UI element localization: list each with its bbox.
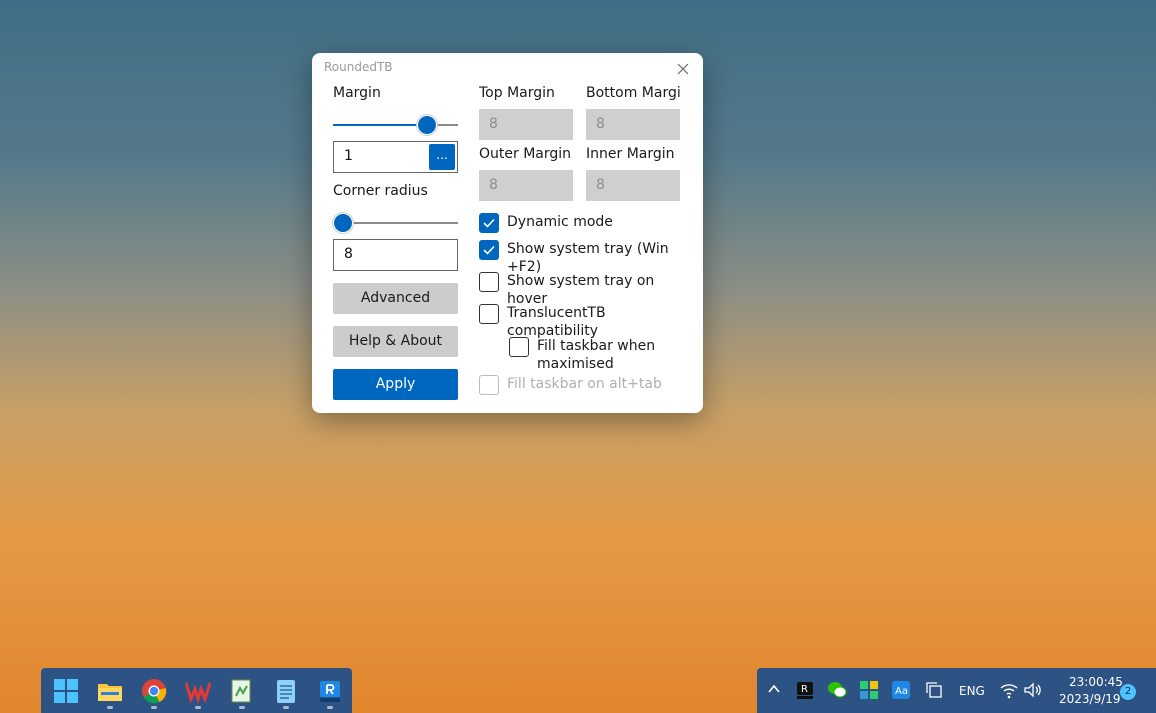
corner-radius-slider[interactable] <box>333 213 458 233</box>
browse-button[interactable]: ... <box>429 144 455 170</box>
clock-date[interactable]: 2023/9/19 <box>1059 692 1121 706</box>
fill-taskbar-maximised-checkbox[interactable] <box>509 337 529 357</box>
chrome-icon[interactable] <box>141 678 167 704</box>
outer-margin-input[interactable]: 8 <box>479 170 573 201</box>
svg-text:Aa: Aa <box>895 686 908 697</box>
show-system-tray-label: Show system tray (Win +F2) <box>507 241 669 275</box>
close-icon[interactable] <box>675 61 691 77</box>
margin-label: Margin <box>333 85 381 101</box>
clock-time[interactable]: 23:00:45 <box>1069 675 1123 689</box>
show-system-tray-checkbox[interactable] <box>479 240 499 260</box>
translate-icon[interactable]: Aa <box>891 680 911 700</box>
chevron-up-icon[interactable] <box>765 680 783 698</box>
top-margin-label: Top Margin <box>479 85 555 101</box>
notepad-icon[interactable] <box>273 678 299 704</box>
notepad-plus-icon[interactable] <box>229 678 255 704</box>
slider-thumb[interactable] <box>333 213 353 233</box>
dynamic-mode-checkbox[interactable] <box>479 213 499 233</box>
fill-taskbar-alttab-label: Fill taskbar on alt+tab <box>507 376 662 392</box>
window-title: RoundedTB <box>324 60 393 74</box>
corner-radius-label: Corner radius <box>333 183 428 199</box>
tray-on-hover-checkbox[interactable] <box>479 272 499 292</box>
top-margin-input[interactable]: 8 <box>479 109 573 140</box>
apply-button[interactable]: Apply <box>333 369 458 400</box>
notification-badge[interactable]: 2 <box>1120 684 1136 700</box>
wifi-icon[interactable] <box>999 681 1019 699</box>
check-icon <box>483 245 495 255</box>
roundedtb-icon[interactable] <box>317 678 343 704</box>
translucenttb-checkbox[interactable] <box>479 304 499 324</box>
wechat-icon[interactable] <box>827 680 847 700</box>
inner-margin-label: Inner Margin <box>586 146 675 162</box>
windows-start-icon[interactable] <box>53 678 79 704</box>
roundedtb-window: RoundedTB Margin 1 ... Corner radius 8 A… <box>312 53 703 413</box>
slider-thumb[interactable] <box>417 115 437 135</box>
bottom-margin-input[interactable]: 8 <box>586 109 680 140</box>
fill-taskbar-alttab-checkbox[interactable] <box>479 375 499 395</box>
check-icon <box>483 218 495 228</box>
svg-text:R: R <box>801 684 808 695</box>
corner-radius-input[interactable]: 8 <box>333 239 458 271</box>
fill-taskbar-maximised-label: Fill taskbar when maximised <box>537 338 656 372</box>
file-explorer-icon[interactable] <box>97 678 123 704</box>
volume-icon[interactable] <box>1023 681 1043 699</box>
dynamic-mode-label: Dynamic mode <box>507 214 613 230</box>
taskbar-left <box>41 668 352 713</box>
inner-margin-input[interactable]: 8 <box>586 170 680 201</box>
help-about-button[interactable]: Help & About <box>333 326 458 357</box>
copy-windows-icon[interactable] <box>925 681 943 699</box>
bottom-margin-label: Bottom Margi <box>586 85 681 101</box>
advanced-button[interactable]: Advanced <box>333 283 458 314</box>
language-indicator[interactable]: ENG <box>959 684 985 698</box>
app-grid-icon[interactable] <box>859 680 879 700</box>
wps-office-icon[interactable] <box>185 678 211 704</box>
tray-on-hover-label: Show system tray on hover <box>507 273 655 307</box>
roundedtb-tray-icon[interactable]: R <box>795 680 815 700</box>
taskbar-right: R Aa ENG 23:00:45 2023/9/19 2 <box>757 668 1156 713</box>
translucenttb-label: TranslucentTB compatibility <box>507 305 606 339</box>
crescent-moon <box>168 202 190 235</box>
outer-margin-label: Outer Margin <box>479 146 572 162</box>
margin-slider[interactable] <box>333 115 458 135</box>
